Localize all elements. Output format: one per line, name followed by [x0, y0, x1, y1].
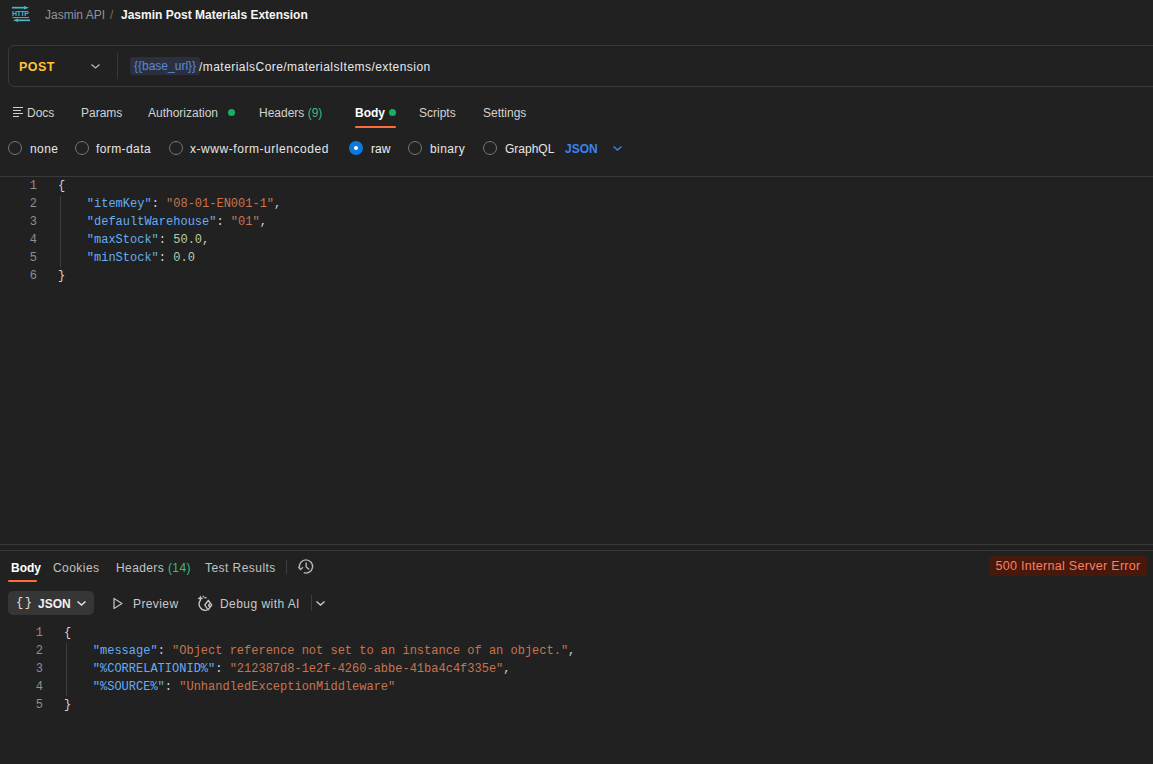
svg-text:HTTP: HTTP — [12, 10, 29, 17]
